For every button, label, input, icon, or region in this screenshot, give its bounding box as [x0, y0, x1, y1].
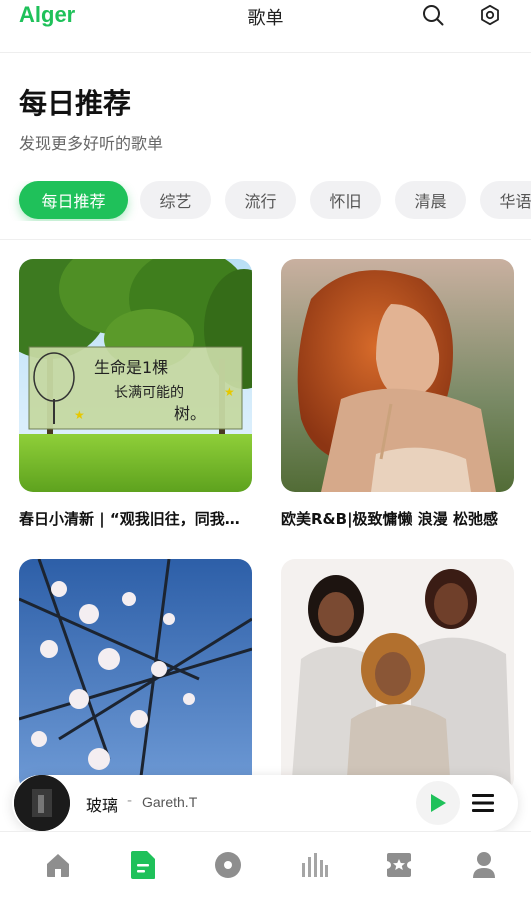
album-icon — [215, 852, 241, 878]
player-song-title: 玻璃 — [86, 796, 119, 815]
playlist-doc-icon — [131, 851, 155, 879]
playlist-icon — [472, 794, 494, 812]
player-separator: - — [127, 793, 133, 809]
playlist-cover[interactable] — [281, 259, 514, 492]
settings-button[interactable] — [477, 2, 503, 28]
mini-player[interactable]: 玻璃 - Gareth.T — [12, 775, 518, 831]
page-subtitle: 发现更多好听的歌单 — [19, 134, 164, 153]
cover-sign-line-3: 树。 — [174, 404, 206, 423]
svg-text:★: ★ — [224, 385, 235, 399]
playlist-card[interactable] — [19, 559, 252, 808]
category-chip[interactable]: 综艺 — [140, 181, 211, 219]
nav-album[interactable] — [212, 849, 244, 881]
playlist-cover[interactable] — [19, 559, 252, 792]
playlist-card[interactable] — [281, 559, 514, 808]
player-artist: Gareth.T — [142, 794, 198, 810]
section-divider — [0, 239, 531, 240]
ticket-icon — [387, 853, 411, 877]
home-icon — [47, 854, 69, 877]
playlist-card[interactable]: 生命是1棵 长满可能的 树。 ★ ★ 春日小清新 | “观我旧往，同我… — [19, 259, 252, 529]
playlist-cover[interactable]: 生命是1棵 长满可能的 树。 ★ ★ — [19, 259, 252, 492]
chart-icon — [302, 853, 328, 877]
bottom-nav — [0, 831, 531, 911]
gear-icon — [481, 4, 499, 26]
search-button[interactable] — [420, 2, 446, 28]
cover-art-image — [19, 559, 252, 792]
category-chip[interactable]: 每日推荐 — [19, 181, 128, 219]
user-icon — [473, 852, 495, 878]
page-title: 每日推荐 — [19, 87, 132, 120]
playlist-card[interactable]: 欧美R&B|极致慵懒 浪漫 松弛感 — [281, 259, 514, 529]
cover-art-image: 生命是1棵 长满可能的 树。 ★ ★ — [19, 259, 252, 492]
playlist-title[interactable]: 欧美R&B|极致慵懒 浪漫 松弛感 — [281, 508, 514, 529]
category-chip[interactable]: 流行 — [225, 181, 296, 219]
playlist-cover[interactable] — [281, 559, 514, 792]
category-tabs: 每日推荐 综艺 流行 怀旧 清晨 华语 — [0, 181, 531, 221]
cover-art-image — [281, 559, 514, 792]
page-header-title: 歌单 — [247, 8, 284, 29]
nav-ticket[interactable] — [383, 849, 415, 881]
search-icon — [423, 5, 444, 26]
nav-user[interactable] — [468, 849, 500, 881]
cover-sign-line-1: 生命是1棵 — [94, 358, 168, 377]
category-chip[interactable]: 清晨 — [395, 181, 466, 219]
player-album-art[interactable] — [14, 775, 70, 831]
nav-chart[interactable] — [298, 849, 330, 881]
playlist-queue-button[interactable] — [470, 789, 496, 817]
cover-art-image — [281, 259, 514, 492]
category-chip[interactable]: 华语 — [480, 181, 531, 219]
playlist-title[interactable]: 春日小清新 | “观我旧往，同我… — [19, 508, 252, 529]
nav-home[interactable] — [42, 849, 74, 881]
play-button[interactable] — [416, 781, 460, 825]
nav-playlist[interactable] — [127, 849, 159, 881]
cover-sign-line-2: 长满可能的 — [114, 385, 184, 401]
album-art-image — [14, 775, 70, 831]
category-chip[interactable]: 怀旧 — [310, 181, 381, 219]
play-icon — [431, 794, 446, 812]
svg-text:★: ★ — [74, 408, 85, 422]
app-header: Alger 歌单 — [0, 0, 531, 53]
